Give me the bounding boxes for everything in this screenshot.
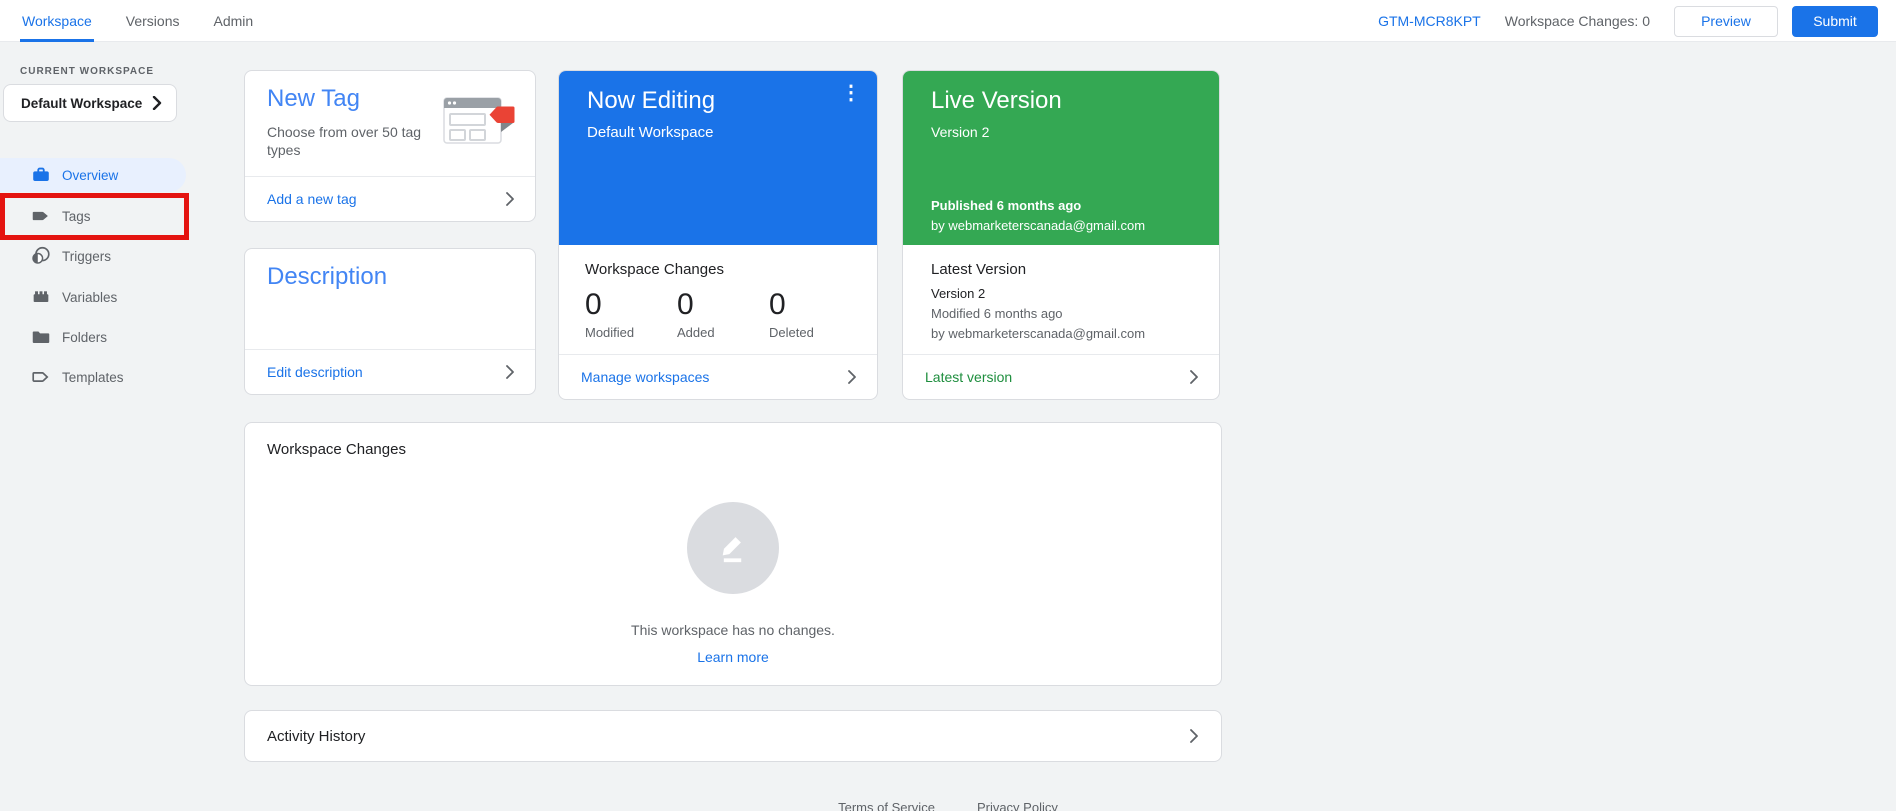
workspace-changes-section-title: Workspace Changes	[585, 261, 724, 278]
counter-modified: 0 Modified	[585, 288, 677, 340]
sidebar-item-overview-label: Overview	[62, 167, 119, 183]
page-footer: Terms of Service Privacy Policy	[0, 800, 1896, 811]
overview-icon	[30, 164, 52, 186]
manage-workspaces-row[interactable]: Manage workspaces	[559, 354, 877, 399]
privacy-policy-link[interactable]: Privacy Policy	[977, 800, 1058, 811]
live-version-card: Live Version Version 2 Published 6 month…	[902, 70, 1220, 400]
activity-history-card[interactable]: Activity History	[244, 710, 1222, 762]
latest-version-modified-by: by webmarketerscanada@gmail.com	[931, 326, 1146, 341]
chevron-right-icon	[152, 96, 162, 110]
folder-icon	[30, 326, 52, 348]
tab-versions[interactable]: Versions	[124, 0, 182, 42]
submit-button[interactable]: Submit	[1792, 5, 1878, 37]
chevron-right-icon	[505, 365, 515, 379]
kebab-menu-icon[interactable]: ⋮	[839, 83, 863, 107]
empty-state: This workspace has no changes. Learn mor…	[245, 502, 1221, 665]
sidebar-item-tags-label: Tags	[62, 208, 91, 224]
sidebar-item-triggers-label: Triggers	[62, 248, 112, 264]
sidebar-item-variables-label: Variables	[62, 289, 118, 305]
tag-icon	[30, 205, 52, 227]
latest-version-section-title: Latest Version	[931, 261, 1027, 278]
new-tag-illustration-icon	[443, 93, 515, 156]
latest-version-modified: Modified 6 months ago	[931, 306, 1063, 321]
tab-workspace-label: Workspace	[22, 13, 92, 29]
template-icon	[30, 366, 52, 388]
pencil-icon	[714, 527, 752, 570]
latest-version-link: Latest version	[925, 369, 1013, 385]
sidebar-item-tags[interactable]: Tags	[0, 199, 186, 233]
latest-version-number: Version 2	[931, 286, 986, 301]
published-by: by webmarketerscanada@gmail.com	[931, 218, 1146, 233]
counter-modified-label: Modified	[585, 325, 635, 340]
gtm-workspace-page: Workspace Versions Admin GTM-MCR8KPT Wor…	[0, 0, 1896, 811]
latest-version-row[interactable]: Latest version	[903, 354, 1219, 399]
live-version-title: Live Version	[931, 87, 1062, 114]
edit-description-row[interactable]: Edit description	[245, 349, 535, 394]
description-title: Description	[267, 263, 388, 290]
now-editing-workspace-name: Default Workspace	[587, 124, 714, 141]
top-navigation-bar: Workspace Versions Admin GTM-MCR8KPT Wor…	[0, 0, 1896, 42]
counter-deleted-value: 0	[769, 288, 786, 321]
sidebar-item-templates-label: Templates	[62, 369, 124, 385]
current-workspace-label: CURRENT WORKSPACE	[20, 66, 155, 77]
now-editing-body: Workspace Changes 0 Modified 0 Added 0 D…	[559, 245, 877, 340]
live-version-header: Live Version Version 2 Published 6 month…	[903, 71, 1219, 245]
now-editing-title: Now Editing	[587, 87, 716, 114]
chevron-right-icon	[505, 192, 515, 206]
counter-added-label: Added	[677, 325, 715, 340]
live-version-number: Version 2	[931, 124, 990, 140]
counter-modified-value: 0	[585, 288, 602, 321]
tab-admin-label: Admin	[213, 13, 254, 29]
now-editing-header: Now Editing Default Workspace ⋮	[559, 71, 877, 245]
content-area: CURRENT WORKSPACE Default Workspace Over…	[0, 42, 1896, 811]
workspace-selector-name: Default Workspace	[21, 95, 143, 111]
tab-admin[interactable]: Admin	[211, 0, 255, 42]
no-changes-message: This workspace has no changes.	[631, 622, 835, 638]
variables-icon	[30, 286, 52, 308]
new-tag-subtitle: Choose from over 50 tag types	[267, 124, 422, 158]
terms-of-service-link[interactable]: Terms of Service	[838, 800, 935, 811]
workspace-changes-card: Workspace Changes This workspace has no …	[244, 422, 1222, 686]
container-id-link[interactable]: GTM-MCR8KPT	[1378, 13, 1481, 29]
sidebar-item-folders-label: Folders	[62, 329, 108, 345]
counter-deleted: 0 Deleted	[769, 288, 861, 340]
sidebar-item-variables[interactable]: Variables	[0, 280, 186, 314]
sidebar-item-folders[interactable]: Folders	[0, 320, 186, 354]
preview-button[interactable]: Preview	[1674, 5, 1778, 37]
manage-workspaces-label: Manage workspaces	[581, 369, 710, 385]
top-tabs: Workspace Versions Admin	[20, 0, 255, 42]
chevron-right-icon	[1189, 370, 1199, 384]
published-date: Published 6 months ago	[931, 198, 1082, 213]
description-card: Description Edit description	[244, 248, 536, 395]
sidebar-item-overview[interactable]: Overview	[0, 158, 186, 192]
chevron-right-icon	[847, 370, 857, 384]
pencil-circle	[687, 502, 779, 594]
workspace-selector[interactable]: Default Workspace	[3, 84, 177, 122]
sidebar-item-triggers[interactable]: Triggers	[0, 239, 186, 273]
tab-versions-label: Versions	[125, 13, 180, 29]
counter-added-value: 0	[677, 288, 694, 321]
activity-history-title: Activity History	[267, 727, 366, 745]
counter-added: 0 Added	[677, 288, 769, 340]
topbar-actions: GTM-MCR8KPT Workspace Changes: 0 Preview…	[1378, 0, 1878, 42]
add-new-tag-row[interactable]: Add a new tag	[245, 176, 535, 221]
new-tag-title: New Tag	[267, 85, 360, 112]
workspace-changes-counters: 0 Modified 0 Added 0 Deleted	[585, 288, 861, 340]
now-editing-card: Now Editing Default Workspace ⋮ Workspac…	[558, 70, 878, 400]
add-new-tag-label: Add a new tag	[267, 191, 357, 207]
workspace-changes-count: Workspace Changes: 0	[1504, 13, 1650, 29]
workspace-changes-title: Workspace Changes	[267, 441, 406, 458]
new-tag-card: New Tag Choose from over 50 tag types Ad…	[244, 70, 536, 222]
sidebar-item-templates[interactable]: Templates	[0, 360, 186, 394]
tab-workspace[interactable]: Workspace	[20, 0, 94, 42]
learn-more-link[interactable]: Learn more	[697, 649, 769, 665]
counter-deleted-label: Deleted	[769, 325, 814, 340]
published-info: Published 6 months ago by webmarketersca…	[931, 198, 1145, 233]
chevron-right-icon	[1189, 729, 1199, 743]
edit-description-label: Edit description	[267, 364, 363, 380]
latest-version-body: Latest Version Version 2 Modified 6 mont…	[903, 245, 1219, 341]
trigger-icon	[30, 245, 52, 267]
